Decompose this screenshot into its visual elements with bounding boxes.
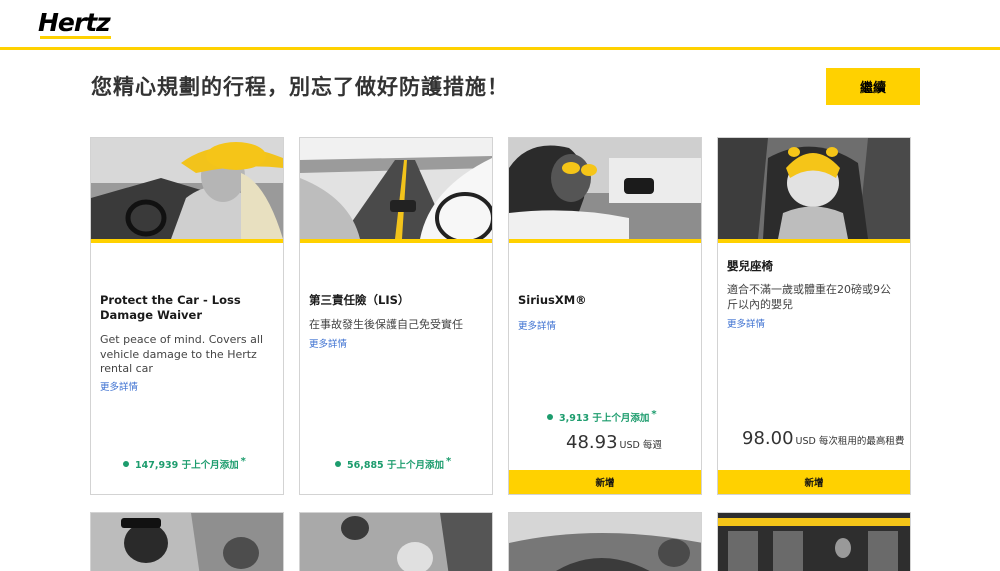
card-photo xyxy=(91,513,283,571)
card-siriusxm: SiriusXM® 更多詳情 3,913 于上个月添加 * 48.93 USD 每週… xyxy=(508,137,702,495)
more-details-link[interactable]: 更多詳情 xyxy=(309,336,347,350)
green-dot-icon xyxy=(335,461,341,468)
green-dot-icon xyxy=(547,414,553,421)
card-row2-2 xyxy=(299,512,493,571)
add-button[interactable]: 新增 xyxy=(718,470,910,494)
card-photo xyxy=(718,513,910,571)
footnote-mark: * xyxy=(651,409,657,420)
price-unit: USD 每次租用的最高租費 xyxy=(795,436,905,447)
more-details-link[interactable]: 更多詳情 xyxy=(727,316,765,330)
logo-underline xyxy=(40,36,111,39)
header: Hertz xyxy=(0,0,1000,50)
footnote-mark: * xyxy=(445,456,452,467)
card-liability-insurance: 第三責任險（LIS） 在事故發生後保護自己免受實任 更多詳情 56,885 于上… xyxy=(299,137,493,495)
header-divider xyxy=(0,47,1000,50)
card-description: 在事故發生後保護自己免受實任 xyxy=(309,318,463,331)
card-title: Protect the Car - Loss Damage Waiver xyxy=(100,293,241,322)
page-title: 您精心規劃的行程，別忘了做好防護措施！ xyxy=(91,75,509,99)
card-row2-3 xyxy=(508,512,702,571)
card-photo xyxy=(509,513,701,571)
card-accent-stripe xyxy=(300,239,492,243)
card-loss-damage-waiver: Protect the Car - Loss Damage Waiver Get… xyxy=(90,137,284,495)
price-amount: 98.00 xyxy=(742,428,794,449)
added-count: 147,939 于上个月添加 * xyxy=(123,456,246,471)
driver-photo xyxy=(91,138,283,239)
added-count-text: 56,885 于上个月添加 xyxy=(347,460,444,472)
continue-button[interactable]: 繼續 xyxy=(826,68,920,105)
green-dot-icon xyxy=(123,461,129,468)
infant-seat-photo xyxy=(718,138,910,239)
card-photo xyxy=(300,513,492,571)
card-accent-stripe xyxy=(509,239,701,243)
price-unit: USD 每週 xyxy=(619,440,662,451)
card-title: 第三責任險（LIS） xyxy=(309,293,410,307)
card-row2-4 xyxy=(717,512,911,571)
hertz-logo[interactable]: Hertz xyxy=(38,8,111,37)
road-photo xyxy=(300,138,492,239)
more-details-link[interactable]: 更多詳情 xyxy=(518,318,556,332)
card-description: 適合不滿一歲或體重在20磅或9公斤以內的嬰兒 xyxy=(727,283,891,311)
add-button[interactable]: 新增 xyxy=(509,470,701,494)
passenger-photo xyxy=(509,138,701,239)
more-details-link[interactable]: 更多詳情 xyxy=(100,379,138,393)
added-count: 3,913 于上个月添加 * xyxy=(547,409,657,424)
added-count-text: 147,939 于上个月添加 xyxy=(135,460,239,472)
price: 48.93 USD 每週 xyxy=(566,432,662,453)
price-amount: 48.93 xyxy=(566,432,618,453)
card-description: Get peace of mind. Covers all vehicle da… xyxy=(100,333,264,375)
card-accent-stripe xyxy=(91,239,283,243)
card-infant-seat: 嬰兒座椅 適合不滿一歲或體重在20磅或9公斤以內的嬰兒 更多詳情 98.00 US… xyxy=(717,137,911,495)
card-title: 嬰兒座椅 xyxy=(727,259,773,273)
card-title: SiriusXM® xyxy=(518,293,587,307)
card-accent-stripe xyxy=(718,239,910,243)
added-count-text: 3,913 于上个月添加 xyxy=(559,413,650,425)
card-row2-1 xyxy=(90,512,284,571)
added-count: 56,885 于上个月添加 * xyxy=(335,456,451,471)
footnote-mark: * xyxy=(240,456,246,467)
price: 98.00 USD 每次租用的最高租費 xyxy=(742,428,904,449)
